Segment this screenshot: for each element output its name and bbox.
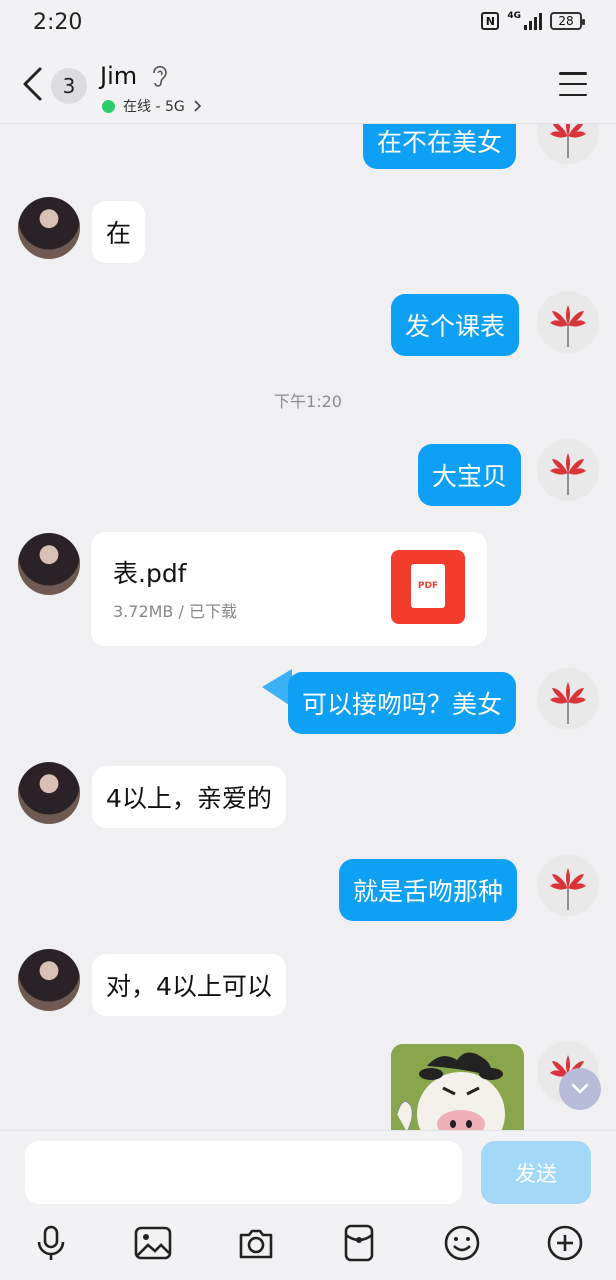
time-divider: 下午1:20	[274, 392, 342, 411]
message-text: 4以上，亲爱的	[106, 784, 272, 813]
battery-icon: 28	[550, 12, 585, 30]
avatar-me[interactable]	[537, 291, 599, 353]
chevron-right-icon	[194, 100, 201, 112]
camera-icon[interactable]	[236, 1223, 276, 1263]
avatar-contact[interactable]	[18, 533, 80, 595]
status-time: 2:20	[33, 10, 83, 35]
file-meta: 3.72MB / 已下载	[113, 602, 237, 621]
avatar-me[interactable]	[537, 668, 599, 730]
message-text: 对，4以上可以	[106, 972, 272, 1001]
message-bubble-outgoing[interactable]: 发个课表	[391, 294, 520, 356]
online-status-text: 在线 - 5G	[123, 99, 185, 115]
message-text: 在不在美女	[377, 127, 503, 157]
message-text: 可以接吻吗？美女	[302, 690, 503, 719]
status-bar: 2:20 N 4G 28	[0, 0, 616, 48]
message-input[interactable]	[25, 1141, 462, 1204]
menu-button[interactable]	[559, 72, 587, 96]
image-icon[interactable]	[133, 1223, 173, 1263]
contact-name[interactable]: Jim	[100, 62, 137, 90]
microphone-icon[interactable]	[31, 1223, 71, 1263]
avatar-me[interactable]	[537, 439, 599, 501]
online-dot	[102, 99, 115, 113]
pdf-file-icon: PDF	[391, 550, 465, 624]
message-bubble-outgoing[interactable]: 在不在美女	[363, 124, 517, 169]
avatar-me[interactable]	[537, 124, 599, 164]
network-label: 4G	[507, 11, 521, 21]
red-packet-icon[interactable]	[339, 1223, 379, 1263]
message-text: 就是舌吻那种	[353, 877, 504, 906]
file-message[interactable]: 表.pdf 3.72MB / 已下载 PDF	[91, 532, 487, 646]
message-bubble-incoming[interactable]: 4以上，亲爱的	[92, 766, 286, 828]
unread-badge[interactable]: 3	[51, 68, 87, 104]
scroll-down-button[interactable]	[559, 1068, 601, 1110]
send-button[interactable]: 发送	[481, 1141, 591, 1204]
message-bubble-outgoing[interactable]: 大宝贝	[418, 444, 522, 506]
emoji-icon[interactable]	[442, 1223, 482, 1263]
message-bubble-outgoing[interactable]: 就是舌吻那种	[339, 859, 518, 921]
input-bar: 发送	[0, 1130, 616, 1280]
plus-icon[interactable]	[545, 1223, 585, 1263]
chat-list[interactable]: 在不在美女 在 发个课表 下午1:20 大宝贝 表.pdf 3.72MB / 已…	[0, 124, 616, 1130]
ear-icon	[153, 65, 167, 87]
battery-level: 28	[558, 14, 574, 28]
message-text: 大宝贝	[432, 462, 508, 491]
avatar-me[interactable]	[537, 854, 599, 916]
status-icons: N 4G 28	[481, 12, 585, 30]
signal-icon: 4G	[507, 12, 542, 30]
avatar-contact[interactable]	[18, 949, 80, 1011]
chat-header: 3 Jim 在线 - 5G	[0, 48, 616, 124]
pdf-icon-label: PDF	[411, 564, 445, 608]
file-name: 表.pdf	[113, 559, 187, 588]
message-text: 在	[106, 219, 132, 248]
message-text: 发个课表	[405, 312, 506, 341]
back-button[interactable]	[20, 66, 46, 102]
message-bubble-outgoing[interactable]: 可以接吻吗？美女	[288, 672, 517, 734]
chevron-down-icon	[571, 1083, 589, 1094]
message-bubble-incoming[interactable]: 对，4以上可以	[92, 954, 286, 1016]
avatar-contact[interactable]	[18, 762, 80, 824]
avatar-contact[interactable]	[18, 197, 80, 259]
message-bubble-incoming[interactable]: 在	[92, 201, 146, 263]
nfc-icon: N	[481, 12, 500, 30]
online-status[interactable]: 在线 - 5G	[102, 96, 201, 116]
cow-sticker[interactable]	[391, 1044, 524, 1130]
